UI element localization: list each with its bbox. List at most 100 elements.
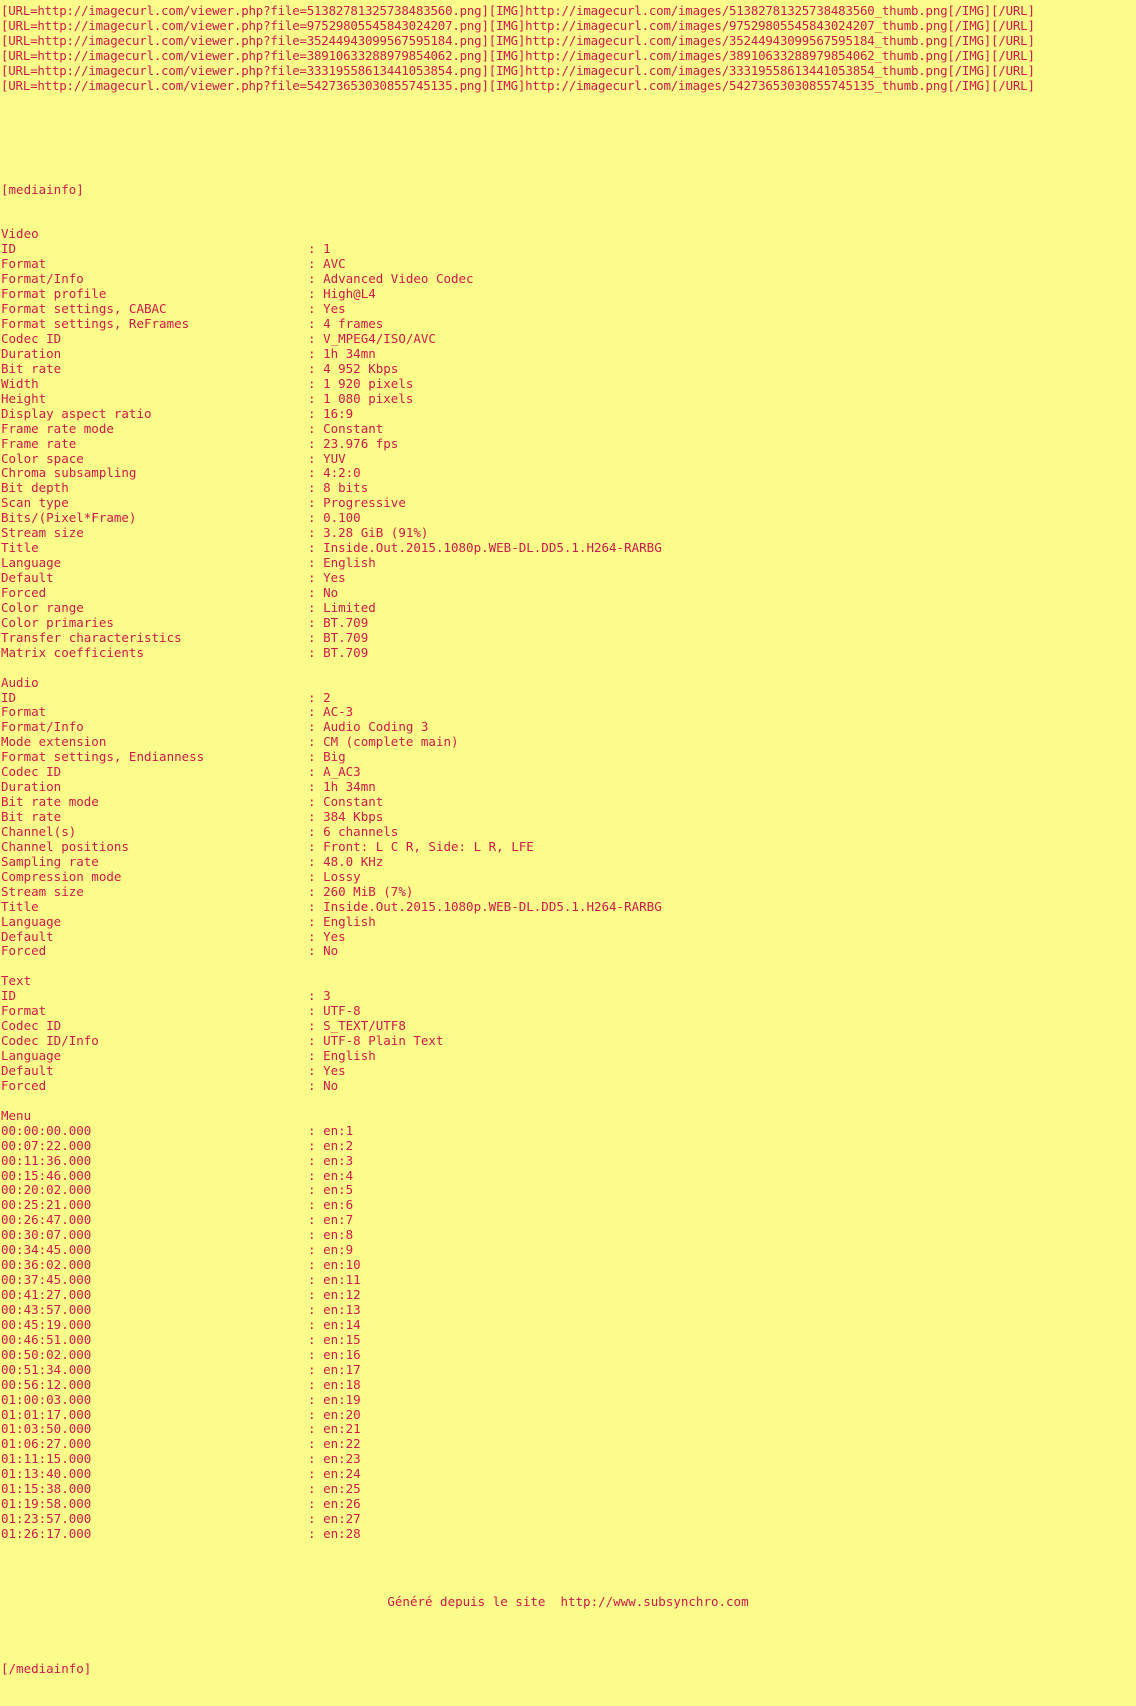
mediainfo-row-value: English — [323, 555, 376, 571]
mediainfo-row-key: 01:11:15.000 — [1, 1451, 92, 1467]
mediainfo-row-separator: : — [308, 838, 324, 854]
mediainfo-row-separator: : — [308, 1182, 324, 1198]
mediainfo-row-value: 8 bits — [323, 480, 369, 496]
mediainfo-row-value: No — [323, 584, 339, 600]
mediainfo-row-value: UTF-8 — [323, 1003, 361, 1019]
mediainfo-row-separator: : — [308, 360, 324, 376]
mediainfo-row-key: ID — [1, 689, 17, 705]
mediainfo-row: 01:03:50.000: en:21 — [1, 1421, 1136, 1437]
mediainfo-row: 01:15:38.000: en:25 — [1, 1481, 1136, 1497]
mediainfo-row-key: Format — [1, 1003, 47, 1019]
mediainfo-row-value: UTF-8 Plain Text — [323, 1033, 444, 1049]
mediainfo-row-separator: : — [308, 1466, 324, 1482]
mediainfo-row-key: Format/Info — [1, 271, 84, 287]
mediainfo-row: Color range: Limited — [1, 599, 1136, 616]
mediainfo-row: 00:11:36.000: en:3 — [1, 1153, 1136, 1169]
mediainfo-row-key: Codec ID/Info — [1, 1033, 99, 1049]
mediainfo-row-separator: : — [308, 450, 324, 466]
mediainfo-row: 00:46:51.000: en:15 — [1, 1331, 1136, 1348]
mediainfo-row-key: Language — [1, 1048, 62, 1064]
mediainfo-row: Stream size: 260 MiB (7%) — [1, 883, 1136, 900]
mediainfo-row-separator: : — [308, 734, 324, 750]
mediainfo-row-key: Stream size — [1, 883, 84, 899]
mediainfo-row-separator: : — [308, 1391, 324, 1407]
mediainfo-row-key: Bit rate — [1, 360, 62, 376]
mediainfo-row-value: 1 080 pixels — [323, 390, 414, 406]
mediainfo-row-value: AC-3 — [323, 704, 354, 720]
mediainfo-row-separator: : — [308, 435, 324, 451]
mediainfo-row-value: Limited — [323, 599, 376, 615]
mediainfo-row: Color space: YUV — [1, 450, 1136, 467]
mediainfo-row-key: 00:37:45.000 — [1, 1272, 92, 1288]
top-spacer — [0, 94, 1136, 153]
mediainfo-row-key: 01:06:27.000 — [1, 1436, 92, 1452]
mediainfo-row-value: en:24 — [323, 1466, 361, 1482]
mediainfo-row-key: 01:23:57.000 — [1, 1511, 92, 1527]
mediainfo-row-key: 00:51:34.000 — [1, 1361, 92, 1377]
bbcode-url-line: [URL=http://imagecurl.com/viewer.php?fil… — [1, 77, 1035, 93]
section-heading: Video — [1, 226, 39, 242]
mediainfo-row-value: Yes — [323, 928, 346, 944]
mediainfo-row-key: 00:43:57.000 — [1, 1301, 92, 1317]
mediainfo-row-value: en:15 — [323, 1331, 361, 1347]
mediainfo-row-value: en:14 — [323, 1316, 361, 1332]
mediainfo-open-tag: [mediainfo] — [1, 181, 84, 197]
mediainfo-row-value: 1h 34mn — [323, 345, 376, 361]
mediainfo-row: Sampling rate: 48.0 KHz — [1, 854, 1136, 870]
mediainfo-row-separator: : — [308, 420, 324, 436]
mediainfo-row-key: 00:34:45.000 — [1, 1242, 92, 1258]
mediainfo-row-separator: : — [308, 1376, 324, 1392]
mediainfo-row: Compression mode: Lossy — [1, 868, 1136, 885]
mediainfo-row: ID: 2 — [1, 689, 1136, 706]
mediainfo-row: 01:13:40.000: en:24 — [1, 1466, 1136, 1482]
mediainfo-row: Format/Info: Advanced Video Codec — [1, 271, 1136, 287]
mediainfo-row-separator: : — [308, 779, 324, 795]
mediainfo-row: Format profile: High@L4 — [1, 286, 1136, 302]
mediainfo-row-separator: : — [308, 1331, 324, 1347]
mediainfo-row: Default: Yes — [1, 928, 1136, 945]
mediainfo-row-separator: : — [308, 1062, 324, 1078]
mediainfo-row-separator: : — [308, 988, 324, 1004]
mediainfo-row: Format: AC-3 — [1, 704, 1136, 720]
mediainfo-row: 00:37:45.000: en:11 — [1, 1272, 1136, 1288]
mediainfo-row: 00:00:00.000: en:1 — [1, 1122, 1136, 1139]
mediainfo-row: Bit rate mode: Constant — [1, 794, 1136, 810]
mediainfo-block: [mediainfo] Video ID: 1 Format: AVC Format/… — [0, 153, 1136, 1706]
mediainfo-row-separator: : — [308, 1406, 324, 1422]
mediainfo-row-value: BT.709 — [323, 644, 369, 660]
mediainfo-row-value: en:11 — [323, 1272, 361, 1288]
mediainfo-row-separator: : — [308, 1167, 324, 1183]
mediainfo-row: 01:19:58.000: en:26 — [1, 1496, 1136, 1512]
mediainfo-row: 00:41:27.000: en:12 — [1, 1287, 1136, 1303]
mediainfo-row: 00:50:02.000: en:16 — [1, 1347, 1136, 1363]
mediainfo-row-value: English — [323, 1048, 376, 1064]
mediainfo-row-separator: : — [308, 540, 324, 556]
mediainfo-row-separator: : — [308, 1301, 324, 1317]
mediainfo-row-key: Format/Info — [1, 719, 84, 735]
mediainfo-row-key: Color space — [1, 450, 84, 466]
mediainfo-row-key: Chroma subsampling — [1, 465, 137, 481]
mediainfo-row: 01:06:27.000: en:22 — [1, 1436, 1136, 1452]
mediainfo-row-key: Mode extension — [1, 734, 107, 750]
mediainfo-row-value: 23.976 fps — [323, 435, 399, 451]
mediainfo-row: Matrix coefficients: BT.709 — [1, 644, 1136, 661]
mediainfo-row: Color primaries: BT.709 — [1, 615, 1136, 631]
mediainfo-row-value: en:26 — [323, 1496, 361, 1512]
mediainfo-row-key: Matrix coefficients — [1, 644, 144, 660]
mediainfo-row: Mode extension: CM (complete main) — [1, 734, 1136, 750]
mediainfo-row-key: 01:00:03.000 — [1, 1391, 92, 1407]
mediainfo-row-value: en:1 — [323, 1122, 354, 1138]
mediainfo-row-separator: : — [308, 1361, 324, 1377]
mediainfo-row-separator: : — [308, 1137, 324, 1153]
mediainfo-row: Duration: 1h 34mn — [1, 345, 1136, 362]
mediainfo-row-key: Format profile — [1, 286, 107, 302]
mediainfo-row-key: Title — [1, 898, 39, 914]
bbcode-url-line: [URL=http://imagecurl.com/viewer.php?fil… — [1, 47, 1035, 63]
mediainfo-row-key: Bit rate — [1, 809, 62, 825]
mediainfo-row-value: Yes — [323, 1062, 346, 1078]
mediainfo-row-value: en:2 — [323, 1137, 354, 1153]
mediainfo-row-key: Compression mode — [1, 868, 122, 884]
mediainfo-row-value: Lossy — [323, 868, 361, 884]
mediainfo-row-value: 260 MiB (7%) — [323, 883, 414, 899]
